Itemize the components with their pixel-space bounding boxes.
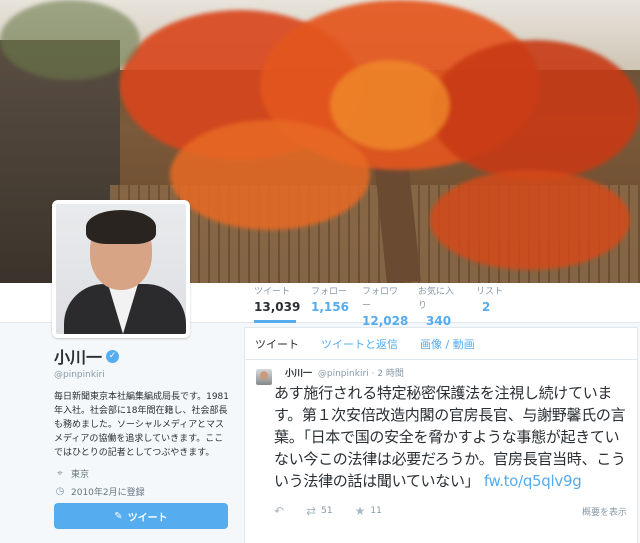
stat-tweets[interactable]: ツイート 13,039 [254, 285, 301, 323]
tweet-actions: ↶ ⇄ 51 ★ 11 概要を表示 [274, 504, 627, 518]
avatar-hair [86, 210, 156, 244]
stat-value: 13,039 [254, 300, 301, 314]
expand-tweet-link[interactable]: 概要を表示 [582, 505, 627, 518]
profile-bio: 毎日新聞東京本社編集編成局長です。1981年入社。社会部に18年間在籍し、社会部… [54, 392, 230, 458]
location-text: 東京 [71, 470, 90, 480]
stat-lists[interactable]: リスト 2 [476, 285, 506, 323]
stat-value: 1,156 [311, 300, 349, 314]
tab-tweets-and-replies[interactable]: ツイートと返信 [321, 336, 398, 352]
maple-foliage [170, 120, 370, 230]
tweet-time[interactable]: 2 時間 [377, 369, 404, 379]
profile-name[interactable]: 小川一 [54, 344, 102, 368]
profile-avatar[interactable] [52, 200, 190, 338]
stat-label: フォロワー [362, 287, 399, 311]
joined-text: 2010年2月に登録 [71, 488, 145, 498]
profile-handle[interactable]: @pinpinkiri [54, 370, 234, 380]
stat-label: リスト [476, 287, 504, 297]
stat-value: 2 [482, 300, 491, 314]
profile-name-row: 小川一 ✓ [54, 344, 234, 368]
stat-favorites[interactable]: お気に入り 340 [418, 285, 460, 328]
retweet-action[interactable]: ⇄ 51 [306, 504, 333, 518]
stat-label: お気に入り [418, 287, 455, 311]
maple-foliage [330, 60, 450, 150]
retweet-count: 51 [321, 506, 333, 516]
profile-location: ⌖ 東京 [54, 467, 234, 480]
profile-joined: ◷ 2010年2月に登録 [54, 485, 234, 498]
tab-tweets[interactable]: ツイート [255, 336, 299, 352]
stat-following[interactable]: フォロー 1,156 [311, 285, 351, 323]
tweet-to-button[interactable]: ✎ ツイート [54, 503, 228, 529]
maple-foliage [430, 170, 630, 270]
profile-card: 小川一 ✓ @pinpinkiri 毎日新聞東京本社編集編成局長です。1981年… [54, 344, 234, 498]
calendar-icon: ◷ [55, 486, 65, 497]
timeline-tabs: ツイート ツイートと返信 画像 / 動画 [245, 328, 637, 360]
maple-foliage [430, 40, 640, 180]
stat-label: ツイート [254, 287, 291, 297]
stat-followers[interactable]: フォロワー 12,028 [362, 285, 408, 328]
reply-icon: ↶ [274, 504, 285, 518]
star-icon: ★ [354, 504, 366, 518]
favorite-action[interactable]: ★ 11 [355, 504, 382, 518]
tab-photos-videos[interactable]: 画像 / 動画 [420, 336, 475, 352]
reply-action[interactable]: ↶ [274, 504, 284, 518]
tweet-avatar[interactable] [256, 369, 272, 385]
timeline: ツイート ツイートと返信 画像 / 動画 小川一 @pinpinkiri · 2… [244, 327, 638, 543]
green-foliage [0, 0, 140, 80]
favorite-count: 11 [370, 506, 382, 516]
tweet-header: 小川一 @pinpinkiri · 2 時間 [285, 368, 627, 380]
retweet-icon: ⇄ [306, 504, 317, 518]
map-pin-icon: ⌖ [57, 468, 63, 479]
tweet-author-handle[interactable]: @pinpinkiri [318, 369, 369, 379]
tweet-text: あす施行される特定秘密保護法を注視し続けています。第１次安倍改造内閣の官房長官、… [274, 382, 627, 492]
tweet-button-label: ツイート [127, 512, 168, 524]
verified-badge-icon: ✓ [106, 349, 120, 363]
tweet-item[interactable]: 小川一 @pinpinkiri · 2 時間 あす施行される特定秘密保護法を注視… [245, 360, 637, 518]
stat-label: フォロー [311, 287, 348, 297]
compose-icon: ✎ [114, 510, 123, 522]
tweet-author-name[interactable]: 小川一 [285, 369, 312, 379]
tweet-link[interactable]: fw.to/q5qlv9g [484, 472, 582, 490]
